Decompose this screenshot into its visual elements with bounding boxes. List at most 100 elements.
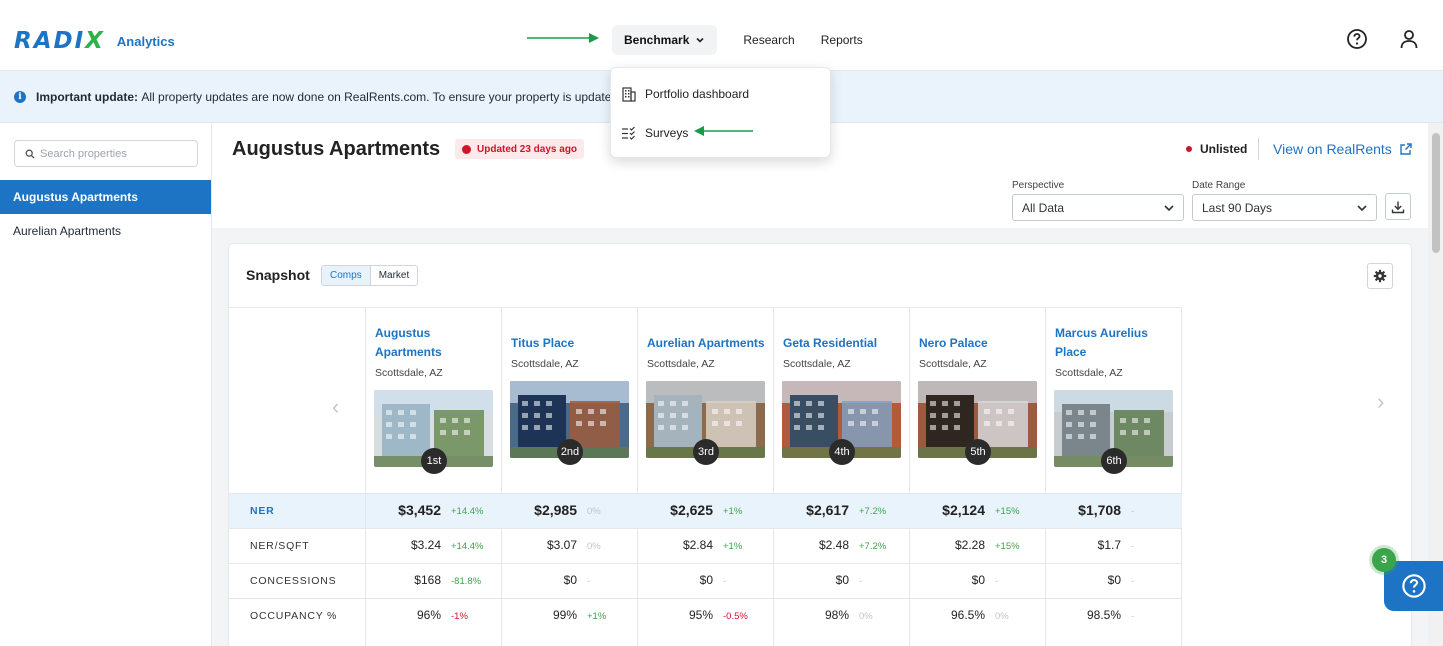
chevron-down-icon — [696, 37, 704, 43]
comp-city: Scottsdale, AZ — [1055, 367, 1123, 379]
updated-badge: Updated 23 days ago — [455, 139, 585, 159]
rank-badge: 3rd — [693, 439, 719, 465]
metric-label: NER/SQFT — [250, 540, 310, 552]
comp-city: Scottsdale, AZ — [647, 358, 715, 370]
notification-badge[interactable]: 3 — [1372, 548, 1396, 572]
metric-change: -0.5% — [723, 611, 748, 622]
rank-badge: 5th — [965, 439, 991, 465]
metric-value: $168 — [414, 573, 441, 587]
nav-reports[interactable]: Reports — [821, 33, 863, 47]
metric-label: CONCESSIONS — [250, 575, 337, 587]
logo-wordmark: RADIX — [14, 28, 105, 54]
comp-city: Scottsdale, AZ — [511, 358, 579, 370]
status-badge: Unlisted — [1186, 142, 1247, 156]
metric-value: $2.28 — [954, 538, 985, 552]
metric-change: -1% — [451, 611, 468, 622]
metric-row: NER $3,452 +14.4% $2,985 0% $2,625 +1% $2,617 +7… — [229, 493, 1182, 528]
comp-city: Scottsdale, AZ — [919, 358, 987, 370]
comp-name-link[interactable]: Marcus Aurelius Place — [1055, 324, 1177, 362]
logo-product-name: Analytics — [116, 33, 175, 49]
menu-item-surveys[interactable]: Surveys — [621, 121, 688, 145]
metric-value: 96.5% — [950, 608, 985, 622]
radix-logo[interactable]: RADIX Analytics — [14, 28, 175, 54]
metric-value: $3.24 — [410, 538, 441, 552]
menu-item-portfolio-dashboard[interactable]: Portfolio dashboard — [621, 82, 749, 106]
gear-icon — [1373, 269, 1387, 283]
settings-button[interactable] — [1367, 263, 1393, 289]
rank-badge: 6th — [1101, 448, 1127, 474]
view-on-realrents-link[interactable]: View on RealRents — [1273, 141, 1413, 157]
banner-bold: Important update: — [36, 89, 138, 104]
metric-value: $3.07 — [546, 538, 577, 552]
user-icon[interactable] — [1398, 28, 1420, 50]
download-button[interactable] — [1385, 193, 1411, 220]
metric-row: CONCESSIONS $168 -81.8% $0- $0- $0- $0- $0- — [229, 563, 1182, 598]
status-dot-icon — [1186, 146, 1192, 152]
metric-change: 0% — [587, 541, 601, 552]
comp-name-link[interactable]: Geta Residential — [783, 334, 905, 353]
snapshot-toggle: Comps Market — [321, 265, 419, 286]
date-range-select[interactable]: Last 90 Days — [1192, 194, 1377, 221]
sidebar-item-aurelian-apartments[interactable]: Aurelian Apartments — [0, 214, 211, 248]
nav-benchmark[interactable]: Benchmark — [612, 25, 718, 55]
comp-name-link[interactable]: Augustus Apartments — [375, 324, 497, 362]
carousel-next-icon[interactable]: › — [1377, 389, 1384, 415]
clock-icon — [462, 144, 471, 154]
comp-name-link[interactable]: Aurelian Apartments — [647, 334, 769, 353]
metric-change: - — [995, 576, 999, 587]
help-circle-icon[interactable] — [1346, 28, 1368, 50]
metric-change: 0% — [587, 506, 601, 517]
benchmark-dropdown-menu: Portfolio dashboard Surveys — [610, 67, 831, 158]
comp-name-link[interactable]: Nero Palace — [919, 334, 1041, 353]
metric-value: $0 — [699, 573, 713, 587]
scrollbar-thumb[interactable] — [1432, 133, 1440, 253]
metric-value: $2,625 — [670, 502, 713, 518]
metric-value: 98% — [824, 608, 849, 622]
perspective-select[interactable]: All Data — [1012, 194, 1184, 221]
download-icon — [1391, 201, 1405, 213]
metric-change: - — [587, 576, 591, 587]
label-column-divider — [365, 308, 366, 646]
date-range-value: Last 90 Days — [1202, 200, 1273, 215]
metric-row: NER/SQFT $3.24 +14.4% $3.07 0% $2.84 +1% $2.48 +… — [229, 528, 1182, 563]
main-content: Augustus Apartments Updated 23 days ago … — [212, 123, 1443, 646]
page-title: Augustus Apartments — [232, 138, 441, 160]
metric-label: NER — [250, 505, 275, 517]
main-nav: Benchmark Research Reports — [612, 25, 863, 55]
property-sidebar: Search properties Augustus Apartments Au… — [0, 123, 212, 646]
metric-change: +1% — [587, 611, 607, 622]
metric-change: - — [859, 576, 863, 587]
comp-name-link[interactable]: Titus Place — [511, 334, 633, 353]
metric-change: +7.2% — [859, 541, 887, 552]
metric-label: OCCUPANCY % — [250, 610, 338, 622]
metric-change: - — [1131, 611, 1135, 622]
metric-change: +15% — [995, 541, 1020, 552]
metric-value: 95% — [688, 608, 713, 622]
metric-value: $0 — [971, 573, 985, 587]
menu-item-label: Surveys — [645, 126, 689, 140]
top-navigation: RADIX Analytics Benchmark Research Repor… — [0, 0, 1443, 71]
sidebar-item-augustus-apartments[interactable]: Augustus Apartments — [0, 180, 211, 214]
nav-research[interactable]: Research — [743, 33, 794, 47]
help-widget-button[interactable] — [1384, 561, 1443, 611]
perspective-value: All Data — [1022, 200, 1065, 215]
metric-row: OCCUPANCY % 96% -1% 99% +1% 95% -0.5% 98% 0% 96.5… — [229, 598, 1182, 633]
toggle-comps[interactable]: Comps — [322, 266, 371, 285]
annotation-arrow-right — [527, 33, 599, 43]
search-input[interactable]: Search properties — [14, 140, 198, 167]
rank-badge: 2nd — [557, 439, 583, 465]
snapshot-title: Snapshot — [246, 267, 310, 283]
metric-value: 98.5% — [1086, 608, 1121, 622]
menu-item-label: Portfolio dashboard — [645, 87, 750, 101]
metric-value: $2.84 — [682, 538, 713, 552]
metric-change: - — [723, 576, 727, 587]
metric-change: -81.8% — [451, 576, 482, 587]
building-icon — [622, 87, 636, 102]
divider — [1258, 138, 1259, 160]
metric-change: +14.4% — [451, 541, 484, 552]
toggle-market[interactable]: Market — [371, 266, 418, 285]
metric-value: $3,452 — [398, 502, 441, 518]
metric-change: 0% — [859, 611, 873, 622]
search-placeholder: Search properties — [40, 147, 127, 160]
snapshot-card: Snapshot Comps Market ‹ › Augustus Apart… — [229, 244, 1411, 646]
